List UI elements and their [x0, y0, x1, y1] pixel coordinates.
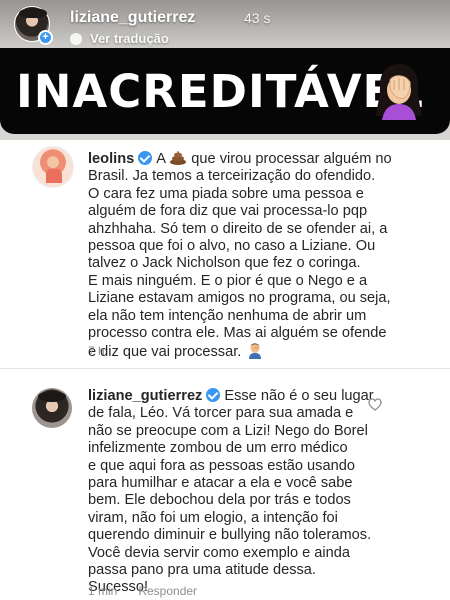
comment-line: processo contra ele. Mas ai alguém se of… — [88, 325, 387, 342]
comment-line: Esse não é o seu lugar — [224, 388, 374, 404]
comment-line: de fala, Léo. Vá torcer para sua amada e — [88, 405, 354, 422]
person-facepalm-icon — [249, 343, 262, 360]
headline-banner: INACREDITÁVEL — [0, 48, 450, 134]
comment-line: que virou processar alguém no — [187, 151, 392, 167]
comment-line: talvez o Jack Nicholson que fez o coring… — [88, 255, 361, 272]
comment-line: Liziane estavam amigos no programa, ou s… — [88, 290, 391, 307]
verified-badge-icon — [138, 151, 153, 165]
reply-button[interactable]: Responder — [138, 584, 197, 598]
add-story-icon[interactable]: + — [38, 30, 53, 45]
comment-username[interactable]: leolins — [88, 151, 134, 167]
translate-icon — [70, 32, 82, 45]
story-timestamp: 43 s — [244, 10, 271, 26]
translate-link[interactable]: Ver tradução — [70, 31, 169, 46]
comment-line: O cara fez uma piada sobre uma pessoa e — [88, 185, 364, 202]
comment-line: infelizmente zombou de um erro médico — [88, 440, 348, 457]
headline-text: INACREDITÁVEL — [16, 65, 424, 118]
comment-line: passa pano pra uma atitude dessa. — [88, 562, 316, 579]
comment-line: A — [156, 151, 166, 167]
comment-line: ela não tem intenção nenhuma de abrir um — [88, 307, 367, 324]
verified-badge-icon — [206, 388, 221, 402]
translate-label: Ver tradução — [90, 31, 169, 46]
comment-line: e diz que vai processar. — [88, 344, 242, 361]
comment-line: e que aqui fora as pessoas estão usando — [88, 457, 355, 474]
comment-text: leolins A que virou processar alguém no B… — [88, 150, 392, 362]
poop-icon — [170, 151, 187, 165]
comment-timestamp: 7 h — [88, 344, 105, 358]
comment-line: Brasil. Ja temos a terceirização do ofen… — [88, 168, 376, 185]
comment-line: querendo diminuir e bullying não toleram… — [88, 527, 372, 544]
comment-line: para humilhar e atacar a ela e você sabe — [88, 475, 353, 492]
comment-line: bem. Ele debochou dela por trás e todos — [88, 492, 351, 509]
comment-text: liziane_gutierrez Esse não é o seu lugar … — [88, 388, 374, 597]
comment-timestamp: 1 min — [88, 584, 118, 598]
comment-line: Você devia servir como exemplo e ainda — [88, 544, 351, 561]
commenter-avatar[interactable] — [32, 388, 72, 428]
comment-line: E mais ninguém. E o pior é que o Nego e … — [88, 272, 368, 289]
comment-line: viram, não foi um elogio, a intenção foi — [88, 509, 338, 526]
heart-outline-icon[interactable] — [368, 398, 382, 411]
story-username[interactable]: liziane_gutierrez — [70, 9, 195, 27]
comment-line: alguém de fora diz que vai processa-lo p… — [88, 203, 368, 220]
comments-panel: leolins A que virou processar alguém no B… — [0, 140, 450, 600]
commenter-avatar[interactable] — [32, 146, 74, 188]
comment-line: pessoa que foi o alvo, no caso a Liziane… — [88, 238, 376, 255]
comment-line: não se preocupe com a Lizi! Nego do Bore… — [88, 422, 368, 439]
comment-line: ahzhhaha. Só tem o direito de se ofender… — [88, 220, 388, 237]
comment-username[interactable]: liziane_gutierrez — [88, 388, 202, 404]
comment-divider — [0, 368, 450, 369]
facepalm-icon — [376, 64, 422, 120]
comment-meta-row: 1 min Responder — [88, 584, 197, 598]
